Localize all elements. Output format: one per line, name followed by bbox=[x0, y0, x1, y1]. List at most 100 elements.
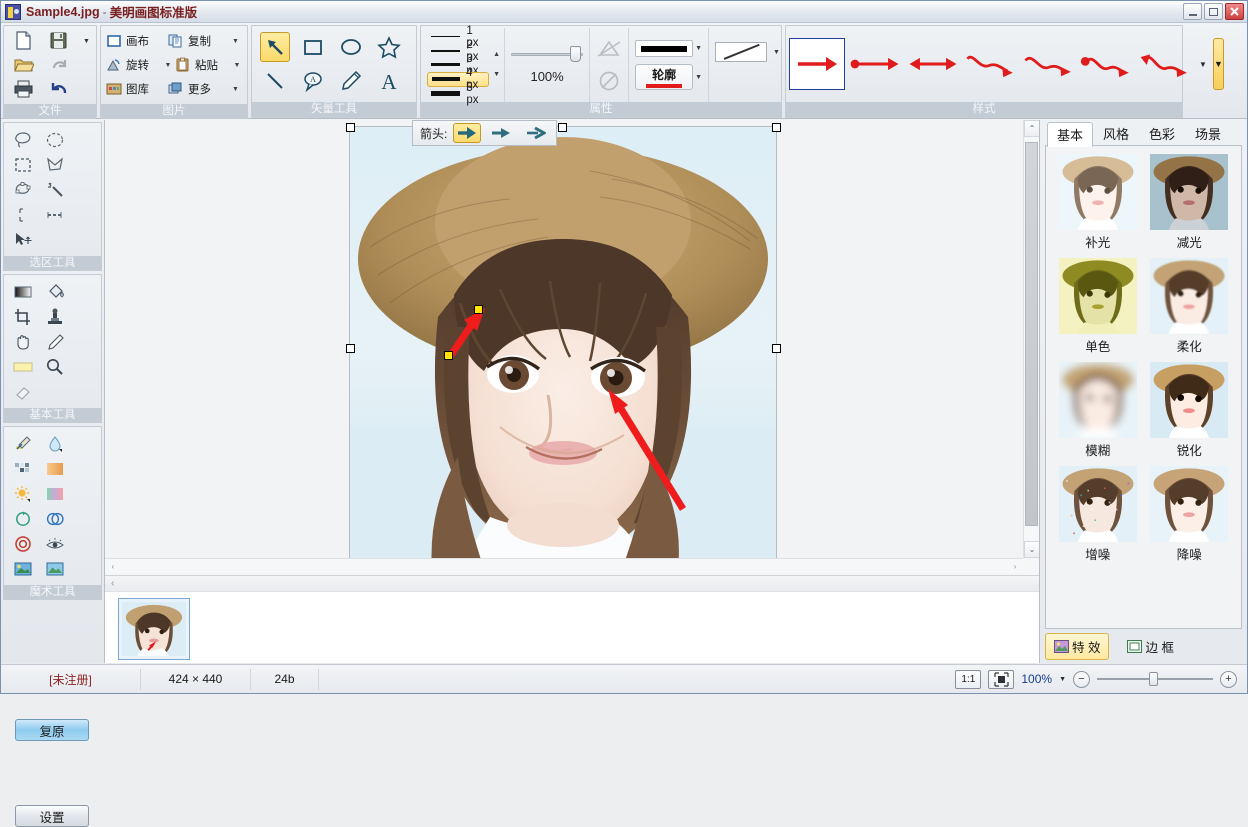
photo-effect-icon[interactable] bbox=[7, 556, 39, 581]
image-canvas[interactable] bbox=[350, 127, 776, 558]
vignette-icon[interactable] bbox=[7, 531, 39, 556]
effect-item-addnoise[interactable]: 增噪 bbox=[1056, 466, 1140, 566]
style-item-arrow-wave-double[interactable] bbox=[1137, 38, 1193, 90]
star-tool[interactable] bbox=[374, 32, 404, 62]
polygon-lasso-icon[interactable] bbox=[39, 152, 71, 177]
filmstrip-scroll-left[interactable]: ‹ bbox=[105, 576, 1039, 592]
scroll-up-icon[interactable]: ▲ bbox=[493, 51, 500, 58]
line-style-combo[interactable]: ▼ bbox=[715, 42, 780, 62]
style-item-arrow-wave-right[interactable] bbox=[963, 38, 1019, 90]
new-document-icon[interactable] bbox=[13, 30, 34, 52]
line-style-preview[interactable] bbox=[715, 42, 768, 62]
more-button[interactable]: 更多 bbox=[168, 81, 230, 98]
arrowhead-chevron-button[interactable] bbox=[521, 123, 549, 143]
tab-basic[interactable]: 基本 bbox=[1047, 122, 1094, 147]
print-icon[interactable] bbox=[13, 78, 35, 100]
gallery-button[interactable]: 图库 bbox=[106, 81, 168, 98]
save-dropdown-caret[interactable]: ▼ bbox=[83, 38, 90, 45]
magic-wand-icon[interactable] bbox=[39, 177, 71, 202]
lasso-icon[interactable] bbox=[7, 127, 39, 152]
zoom-in-button[interactable]: + bbox=[1220, 670, 1237, 688]
blend-icon[interactable] bbox=[39, 506, 71, 531]
canvas-handle-ml[interactable] bbox=[346, 344, 355, 353]
hand-icon[interactable] bbox=[7, 329, 39, 354]
close-button[interactable] bbox=[1225, 3, 1244, 20]
tab-scene[interactable]: 场景 bbox=[1185, 121, 1231, 146]
rectangle-tool[interactable] bbox=[298, 32, 328, 62]
corner-select-icon[interactable] bbox=[7, 202, 39, 227]
more-dropdown-caret[interactable]: ▼ bbox=[230, 86, 241, 93]
effect-item-monochrome[interactable]: 单色 bbox=[1056, 258, 1140, 358]
color-swatch-icon[interactable] bbox=[7, 354, 39, 379]
scroll-down-button[interactable]: ⌄ bbox=[1024, 541, 1040, 558]
canvas-handle-tc[interactable] bbox=[558, 123, 567, 132]
zoom-slider-knob[interactable] bbox=[1149, 672, 1158, 686]
tab-color[interactable]: 色彩 bbox=[1139, 121, 1185, 146]
rotate-effect-icon[interactable] bbox=[7, 506, 39, 531]
eye-icon[interactable] bbox=[39, 531, 71, 556]
clone-stamp-icon[interactable] bbox=[39, 304, 71, 329]
minimize-button[interactable] bbox=[1183, 3, 1202, 20]
canvas-handle-mr[interactable] bbox=[772, 344, 781, 353]
move-select-icon[interactable] bbox=[7, 227, 39, 252]
chevron-down-icon[interactable]: ▼ bbox=[773, 49, 780, 56]
style-item-arrow-plain[interactable] bbox=[789, 38, 845, 90]
style-gallery-more-caret[interactable]: ▼ bbox=[1195, 60, 1211, 69]
save-icon[interactable] bbox=[48, 30, 69, 52]
line-width-list[interactable]: 1 px 2 px 3 px 4 px 5 px bbox=[421, 25, 491, 106]
fill-color-combo[interactable]: ▼ bbox=[635, 40, 702, 57]
frame-mode-button[interactable]: 边 框 bbox=[1118, 633, 1182, 660]
undo-icon[interactable] bbox=[49, 78, 71, 100]
color-swatch[interactable] bbox=[635, 40, 694, 57]
zoom-icon[interactable] bbox=[39, 354, 71, 379]
effects-mode-button[interactable]: 特 效 bbox=[1045, 633, 1110, 660]
rect-select-icon[interactable] bbox=[7, 152, 39, 177]
pen-icon[interactable] bbox=[39, 329, 71, 354]
arrowhead-open-button[interactable] bbox=[487, 123, 515, 143]
style-item-arrow-double-head[interactable] bbox=[905, 38, 961, 90]
eraser-icon[interactable] bbox=[7, 379, 39, 404]
scroll-down-icon[interactable]: ▼ bbox=[493, 71, 500, 78]
effect-item-soften[interactable]: 柔化 bbox=[1148, 258, 1232, 358]
thumbnail-item[interactable] bbox=[118, 598, 190, 660]
zoom-slider[interactable] bbox=[1097, 672, 1213, 686]
chevron-down-icon[interactable]: ▼ bbox=[695, 74, 702, 81]
copy-dropdown-caret[interactable]: ▼ bbox=[230, 38, 241, 45]
opacity-control[interactable]: 100% bbox=[504, 28, 589, 102]
canvas-horizontal-scrollbar[interactable]: ‹ › bbox=[105, 558, 1023, 573]
opacity-slider[interactable] bbox=[511, 45, 584, 62]
water-drop-icon[interactable] bbox=[39, 431, 71, 456]
canvas-handle-tr[interactable] bbox=[772, 123, 781, 132]
magnetic-lasso-icon[interactable] bbox=[7, 177, 39, 202]
style-item-arrow-wave-dot[interactable] bbox=[1079, 38, 1135, 90]
style-item-arrow-dot-tail[interactable] bbox=[847, 38, 903, 90]
line-width-option[interactable]: 5 px bbox=[427, 82, 489, 106]
crop-icon[interactable] bbox=[7, 304, 39, 329]
style-gallery-scroll-button[interactable]: ▼ bbox=[1213, 38, 1224, 90]
gradient-icon[interactable] bbox=[7, 279, 39, 304]
zoom-out-button[interactable]: − bbox=[1073, 670, 1090, 688]
no-fill-icon[interactable] bbox=[596, 38, 622, 60]
line-tool[interactable] bbox=[260, 66, 290, 96]
outline-combo[interactable]: 轮廓 ▼ bbox=[635, 64, 702, 90]
retouch-icon[interactable] bbox=[7, 431, 39, 456]
outline-button[interactable]: 轮廓 bbox=[635, 64, 694, 90]
canvas-handle-tl[interactable] bbox=[346, 123, 355, 132]
scroll-left-button[interactable]: ‹ bbox=[105, 559, 121, 573]
effect-item-darken[interactable]: 减光 bbox=[1148, 154, 1232, 254]
maximize-button[interactable] bbox=[1204, 3, 1223, 20]
paste-button[interactable]: 粘贴 bbox=[175, 57, 232, 74]
mosaic-icon[interactable] bbox=[7, 456, 39, 481]
ellipse-select-icon[interactable] bbox=[39, 127, 71, 152]
ellipse-tool[interactable] bbox=[336, 32, 366, 62]
rotate-dropdown-caret[interactable]: ▼ bbox=[163, 62, 173, 69]
canvas-vertical-scrollbar[interactable]: ⌃ ⌄ bbox=[1023, 120, 1040, 558]
text-tool[interactable]: A bbox=[374, 66, 404, 96]
rotate-button[interactable]: 旋转 bbox=[106, 57, 163, 74]
slider-knob[interactable] bbox=[570, 45, 582, 62]
redo-icon[interactable] bbox=[49, 54, 71, 76]
effect-item-brighten[interactable]: 补光 bbox=[1056, 154, 1140, 254]
colorize-icon[interactable] bbox=[39, 481, 71, 506]
copy-button[interactable]: 复制 bbox=[168, 33, 230, 50]
canvas-button[interactable]: 画布 bbox=[106, 33, 168, 50]
